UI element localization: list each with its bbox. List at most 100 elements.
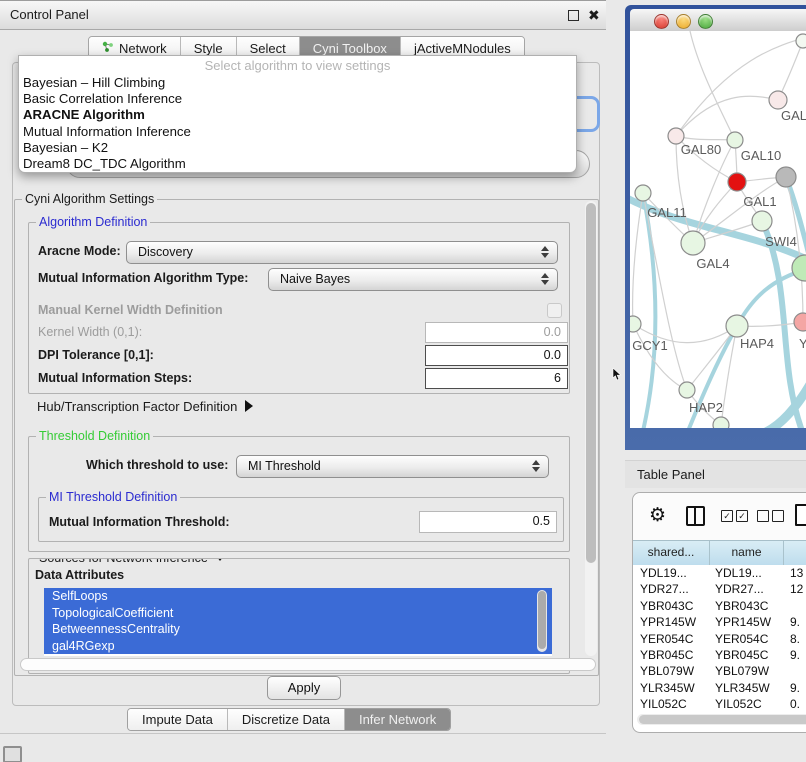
column-header-shared[interactable]: shared... xyxy=(633,541,710,565)
control-panel-titlebar[interactable]: Control Panel ✖ xyxy=(0,0,606,30)
network-node-node-red[interactable] xyxy=(728,173,746,191)
scrollbar-thumb[interactable] xyxy=(538,591,546,649)
network-node-gal4[interactable] xyxy=(681,231,705,255)
tab-impute-data[interactable]: Impute Data xyxy=(128,709,228,730)
network-edge xyxy=(690,31,735,140)
table-cell: YBL079W xyxy=(710,663,784,679)
network-edge xyxy=(676,136,735,140)
table-row[interactable]: YDR27...YDR27...12 xyxy=(633,581,806,597)
mi-type-combo[interactable]: Naive Bayes xyxy=(268,268,558,291)
tab-infer-network[interactable]: Infer Network xyxy=(345,709,450,730)
attribute-item-topologicalcoefficient[interactable]: TopologicalCoefficient xyxy=(44,605,552,622)
cyni-settings-title: Cyni Algorithm Settings xyxy=(22,191,157,207)
manual-kernel-checkbox[interactable] xyxy=(547,303,562,318)
close-traffic-icon[interactable] xyxy=(654,14,669,29)
checked-columns-icon[interactable]: ✓✓ xyxy=(721,510,748,522)
node-label-gal80: GAL80 xyxy=(681,142,721,157)
attribute-item-selfloops[interactable]: SelfLoops xyxy=(44,588,552,605)
algorithm-option-basic-correlation-inference[interactable]: Basic Correlation Inference xyxy=(19,91,576,107)
settings-vertical-scrollbar[interactable] xyxy=(585,201,597,656)
control-panel-window: Control Panel ✖ NetworkStyleSelectCyni T… xyxy=(0,0,606,734)
attribute-item-betweennesscentrality[interactable]: BetweennessCentrality xyxy=(44,621,552,638)
dpi-tolerance-field[interactable]: 0.0 xyxy=(425,345,568,366)
algorithm-option-bayesian-k2[interactable]: Bayesian – K2 xyxy=(19,140,576,156)
table-row[interactable]: YER054CYER054C8. xyxy=(633,631,806,647)
table-cell: 9. xyxy=(784,647,806,663)
hub-definition-label: Hub/Transcription Factor Definition xyxy=(37,399,237,414)
network-node-gal10[interactable] xyxy=(727,132,743,148)
which-threshold-combo[interactable]: MI Threshold xyxy=(236,455,549,478)
table-row[interactable]: YBR043CYBR043C xyxy=(633,598,806,614)
column-view-icon[interactable] xyxy=(686,506,705,526)
table-cell: YBR043C xyxy=(710,598,784,614)
table-row[interactable]: YPR145WYPR145W9. xyxy=(633,614,806,630)
network-graph[interactable]: GALGAL80GAL10GAL11GAL1SWI4GAL4GCY1HAP4YH… xyxy=(630,31,806,428)
collapsed-panel-icon[interactable] xyxy=(3,746,22,762)
network-node-gal1[interactable] xyxy=(752,211,772,231)
network-node-node-gray[interactable] xyxy=(776,167,796,187)
table-panel-titlebar[interactable]: Table Panel xyxy=(625,460,806,488)
zoom-traffic-icon[interactable] xyxy=(698,14,713,29)
gear-icon[interactable]: ⚙ xyxy=(649,504,666,526)
algorithm-option-bayesian-hill-climbing[interactable]: Bayesian – Hill Climbing xyxy=(19,75,576,91)
table-row[interactable]: YBL079WYBL079W xyxy=(633,663,806,679)
column-header-name[interactable]: name xyxy=(710,541,784,565)
algorithm-definition-group: Algorithm Definition Aracne Mode: Discov… xyxy=(28,222,570,394)
scrollbar-thumb[interactable] xyxy=(639,715,806,724)
table-cell: YBR043C xyxy=(633,598,710,614)
network-node-node-salmon[interactable] xyxy=(794,313,806,331)
close-icon[interactable]: ✖ xyxy=(588,5,600,25)
table-body[interactable]: YDL19...YDL19...13YDR27...YDR27...12YBR0… xyxy=(633,565,806,713)
scrollbar-thumb[interactable] xyxy=(586,203,596,563)
algorithm-option-dream8-dc-tdc-algorithm[interactable]: Dream8 DC_TDC Algorithm xyxy=(19,156,576,172)
tab-label: jActiveMNodules xyxy=(414,41,511,56)
network-window-titlebar[interactable] xyxy=(630,9,806,32)
attribute-item-gal4rgexp[interactable]: gal4RGexp xyxy=(44,638,552,655)
minimize-traffic-icon[interactable] xyxy=(676,14,691,29)
table-row[interactable]: YBR045CYBR045C9. xyxy=(633,647,806,663)
table-row[interactable]: YDL19...YDL19...13 xyxy=(633,565,806,581)
float-icon[interactable] xyxy=(568,10,579,21)
data-attributes-list[interactable]: SelfLoopsTopologicalCoefficientBetweenne… xyxy=(44,588,552,656)
network-node-hap2[interactable] xyxy=(679,382,695,398)
algorithm-option-aracne-algorithm[interactable]: ARACNE Algorithm xyxy=(19,107,576,123)
network-view-window[interactable]: GALGAL80GAL10GAL11GAL1SWI4GAL4GCY1HAP4YH… xyxy=(625,5,806,450)
apply-button[interactable]: Apply xyxy=(267,676,341,700)
network-node-node-bottom[interactable] xyxy=(713,417,729,428)
list-scrollbar[interactable] xyxy=(537,590,547,652)
network-node-gal11[interactable] xyxy=(635,185,651,201)
algorithm-option-mutual-information-inference[interactable]: Mutual Information Inference xyxy=(19,124,576,140)
network-node-node-top[interactable] xyxy=(796,34,806,48)
network-node-swi4[interactable] xyxy=(792,255,806,281)
tab-label: Network xyxy=(119,41,167,56)
mi-threshold-field[interactable]: 0.5 xyxy=(419,511,557,533)
column-header-a[interactable]: A xyxy=(784,541,806,565)
node-label-gcy1: GCY1 xyxy=(632,338,667,353)
node-label-hap4: HAP4 xyxy=(740,336,774,351)
hub-definition-toggle[interactable]: Hub/Transcription Factor Definition xyxy=(37,398,253,416)
network-node-gcy1[interactable] xyxy=(630,316,641,332)
tab-discretize-data[interactable]: Discretize Data xyxy=(228,709,345,730)
settings-horizontal-scrollbar[interactable] xyxy=(20,658,596,671)
table-horizontal-scrollbar[interactable] xyxy=(637,714,806,725)
network-edge xyxy=(633,193,643,324)
sources-title[interactable]: Sources for Network Inference xyxy=(36,558,229,566)
node-label-hap2: HAP2 xyxy=(689,400,723,415)
unchecked-columns-icon[interactable] xyxy=(757,510,784,522)
which-threshold-label: Which threshold to use: xyxy=(86,455,228,476)
bottom-tabbar: Impute DataDiscretize DataInfer Network xyxy=(127,708,451,731)
table-header-row[interactable]: shared...nameA xyxy=(633,540,806,566)
combo-spinner-icon xyxy=(541,246,550,258)
kernel-width-field[interactable]: 0.0 xyxy=(425,322,568,343)
table-row[interactable]: YLR345WYLR345W9. xyxy=(633,680,806,696)
network-canvas[interactable]: GALGAL80GAL10GAL11GAL1SWI4GAL4GCY1HAP4YH… xyxy=(630,31,806,428)
network-node-gal7[interactable] xyxy=(769,91,787,109)
document-icon[interactable] xyxy=(795,504,806,526)
aracne-mode-combo[interactable]: Discovery xyxy=(126,241,558,264)
node-label-gal1: GAL1 xyxy=(743,194,776,209)
network-node-hap4[interactable] xyxy=(726,315,748,337)
manual-kernel-label: Manual Kernel Width Definition xyxy=(38,300,223,321)
table-row[interactable]: YIL052CYIL052C0. xyxy=(633,696,806,712)
mi-steps-field[interactable]: 6 xyxy=(425,368,568,389)
dpi-tolerance-label: DPI Tolerance [0,1]: xyxy=(38,345,154,366)
